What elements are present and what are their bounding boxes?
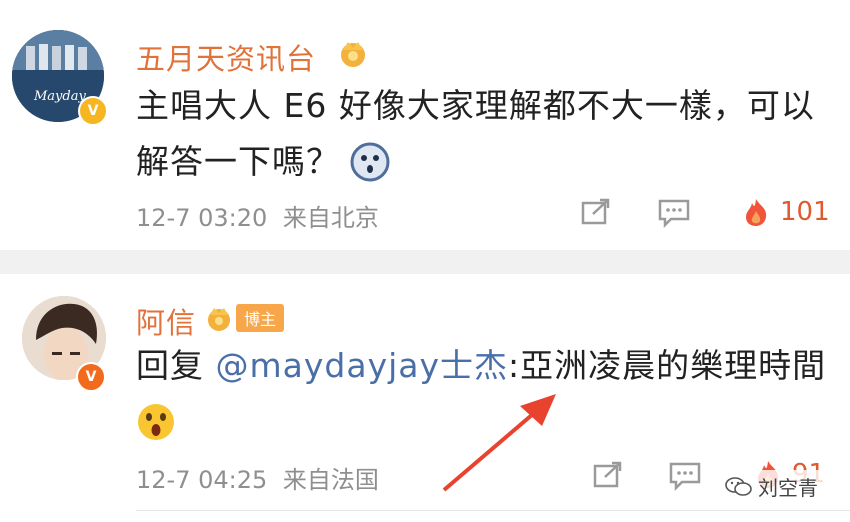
reply-content: :亞洲凌晨的樂理時間: [508, 346, 827, 385]
comment-icon[interactable]: [668, 461, 702, 491]
crown-badge-icon: [341, 42, 365, 67]
blogger-badge: 博主: [204, 304, 285, 332]
comment-time: 12-7 04:25: [136, 466, 268, 494]
shocked-emoji-icon: [138, 404, 174, 440]
like-count: 101: [780, 197, 830, 227]
comment-text: 主唱大人 E6 好像大家理解都不大一樣，可以 解答一下嗎？: [136, 78, 815, 190]
comment-meta: 12-7 04:25 来自法国: [136, 460, 379, 495]
reply-prefix: 回复: [136, 346, 216, 385]
bottom-divider: [136, 510, 850, 511]
comment-1: Mayday V 五月天资讯台 主唱大人 E6 好像大家理解都不大一樣，可以 解…: [0, 0, 850, 250]
share-icon[interactable]: [592, 460, 624, 490]
like-button[interactable]: 101: [740, 196, 830, 228]
comment-source: 来自法国: [282, 466, 379, 494]
comment-text-line: 主唱大人 E6 好像大家理解都不大一樣，可以: [136, 86, 815, 125]
crown-badge-icon: [208, 308, 230, 331]
commenter-name[interactable]: 五月天资讯台: [136, 36, 316, 78]
mention-link[interactable]: @maydayjay士杰: [216, 346, 509, 385]
comment-source: 来自北京: [282, 204, 379, 232]
verified-badge-icon: V: [78, 96, 108, 126]
surprised-emoji-icon: [350, 142, 390, 182]
comment-meta: 12-7 03:20 来自北京: [136, 198, 379, 233]
comment-text-line: 解答一下嗎？: [136, 142, 340, 181]
watermark-text: 刘空青: [758, 476, 818, 500]
verified-badge-icon: V: [76, 362, 106, 392]
comment-icon[interactable]: [657, 198, 691, 228]
section-divider: [0, 250, 850, 274]
commenter-name[interactable]: 阿信: [136, 300, 196, 342]
blogger-badge-label: 博主: [236, 304, 285, 332]
like-flame-icon: [746, 199, 767, 226]
svg-text:Mayday: Mayday: [33, 89, 86, 104]
watermark: 刘空青: [718, 470, 824, 503]
share-icon[interactable]: [580, 197, 612, 227]
reply-text: 回复 @maydayjay士杰:亞洲凌晨的樂理時間: [136, 338, 826, 450]
wechat-icon: [725, 476, 752, 496]
comment-time: 12-7 03:20: [136, 204, 268, 232]
